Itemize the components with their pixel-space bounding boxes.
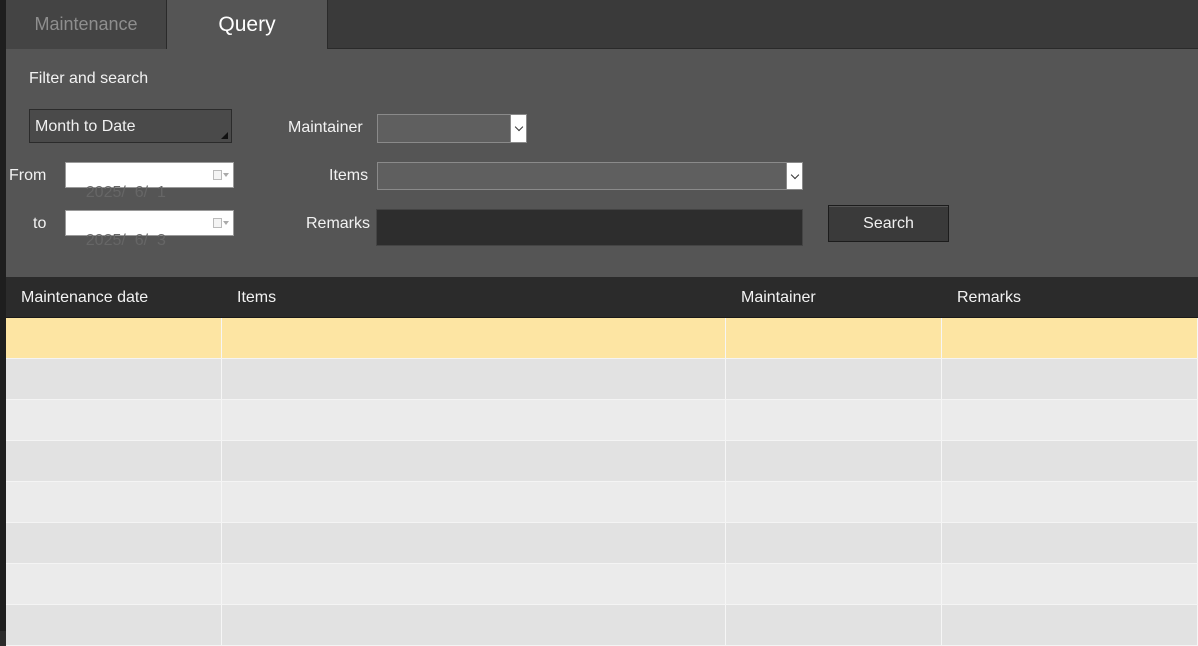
from-date-value: 2025/ 6/ 1 [85, 184, 166, 201]
calendar-icon[interactable] [213, 169, 229, 181]
table-cell [942, 359, 1198, 399]
period-value: Month to Date [35, 118, 136, 135]
table-cell [6, 482, 222, 522]
table-cell [942, 605, 1198, 645]
tab-maintenance[interactable]: Maintenance [6, 0, 167, 49]
table-cell [726, 523, 942, 563]
table-cell [222, 441, 726, 481]
items-label: Items [329, 167, 369, 184]
table-cell [726, 400, 942, 440]
table-cell [222, 359, 726, 399]
table-cell [6, 605, 222, 645]
calendar-icon[interactable] [213, 217, 229, 229]
filter-title: Filter and search [29, 70, 149, 87]
from-date-picker[interactable]: 2025/ 6/ 1 [65, 162, 234, 201]
table-cell [6, 441, 222, 481]
table-cell [6, 564, 222, 604]
results-table: Maintenance date Items Maintainer Remark… [6, 277, 1198, 646]
table-body [6, 318, 1198, 646]
tab-query[interactable]: Query [167, 0, 328, 49]
table-cell [726, 441, 942, 481]
table-cell [6, 523, 222, 563]
column-header-maintenance-date[interactable]: Maintenance date [21, 289, 148, 307]
to-label: to [33, 215, 47, 232]
column-header-remarks[interactable]: Remarks [957, 289, 1021, 307]
table-row[interactable] [6, 482, 1198, 523]
table-cell [726, 318, 942, 358]
table-cell [942, 523, 1198, 563]
table-cell [6, 400, 222, 440]
table-cell [726, 482, 942, 522]
search-button[interactable]: Search [828, 205, 949, 242]
table-cell [726, 359, 942, 399]
period-dropdown[interactable]: Month to Date [29, 109, 232, 143]
table-row[interactable] [6, 564, 1198, 605]
table-row[interactable] [6, 441, 1198, 482]
remarks-input[interactable] [376, 209, 803, 246]
table-row[interactable] [6, 523, 1198, 564]
table-cell [726, 605, 942, 645]
table-cell [222, 605, 726, 645]
table-cell [222, 318, 726, 358]
to-date-value: 2025/ 6/ 3 [85, 232, 166, 249]
items-select[interactable] [377, 162, 803, 190]
remarks-label: Remarks [306, 215, 371, 232]
table-cell [222, 523, 726, 563]
tab-bar: Maintenance Query [6, 0, 1198, 49]
filter-panel: Filter and search Month to Date From 202… [6, 49, 1198, 277]
column-header-items[interactable]: Items [237, 289, 276, 307]
column-header-maintainer[interactable]: Maintainer [741, 289, 816, 307]
table-cell [942, 441, 1198, 481]
chevron-down-icon[interactable] [786, 163, 802, 189]
table-cell [942, 400, 1198, 440]
table-row[interactable] [6, 318, 1198, 359]
to-date-picker[interactable]: 2025/ 6/ 3 [65, 210, 234, 249]
table-row[interactable] [6, 605, 1198, 646]
table-cell [6, 318, 222, 358]
table-cell [726, 564, 942, 604]
from-label: From [9, 167, 47, 184]
table-header: Maintenance date Items Maintainer Remark… [6, 277, 1198, 318]
table-cell [942, 564, 1198, 604]
table-cell [222, 482, 726, 522]
maintainer-select[interactable] [377, 114, 527, 143]
dropdown-corner-icon [221, 132, 228, 139]
maintainer-label: Maintainer [288, 119, 363, 136]
table-row[interactable] [6, 359, 1198, 400]
table-cell [942, 482, 1198, 522]
table-cell [222, 400, 726, 440]
table-row[interactable] [6, 400, 1198, 441]
table-cell [942, 318, 1198, 358]
table-cell [6, 359, 222, 399]
chevron-down-icon[interactable] [510, 115, 526, 142]
table-cell [222, 564, 726, 604]
